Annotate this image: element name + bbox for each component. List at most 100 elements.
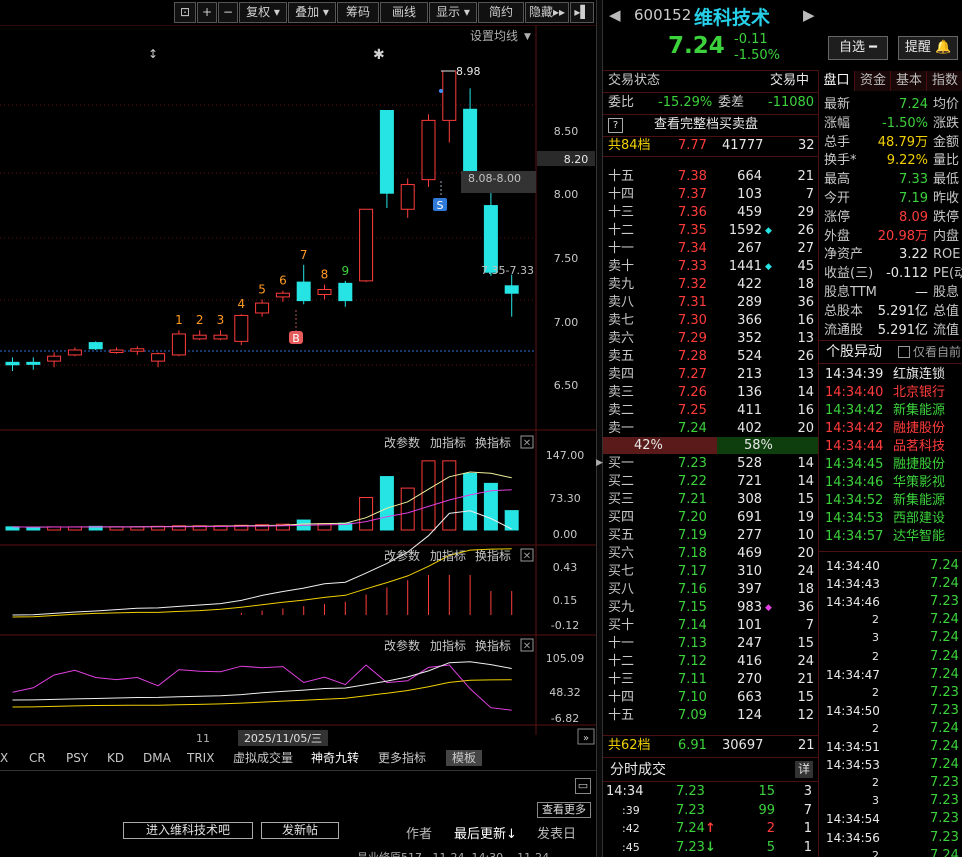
forum-button[interactable]: 进入维科技术吧	[123, 822, 253, 839]
mover-stock[interactable]: 品茗科技	[893, 438, 945, 456]
simple-button[interactable]: 简约	[478, 2, 524, 23]
new-post-button[interactable]: 发新帖	[261, 822, 339, 839]
book-level-price[interactable]: 7.23	[678, 455, 707, 473]
tab-indicator[interactable]: X	[0, 748, 8, 768]
edit-params-button[interactable]: 改参数	[384, 435, 420, 450]
switch-indicator-button[interactable]: 换指标	[475, 548, 511, 563]
add-indicator-button[interactable]: 加指标	[430, 435, 466, 450]
edit-params-button[interactable]: 改参数	[384, 638, 420, 653]
hide-button[interactable]: 隐藏▸▸	[525, 2, 569, 23]
alert-button[interactable]: 提醒 🔔	[898, 36, 958, 60]
ticks-detail-button[interactable]: 详	[795, 761, 813, 778]
book-level-price[interactable]: 7.30	[678, 312, 707, 330]
tab-indicator[interactable]: KD	[107, 748, 124, 768]
book-level-price[interactable]: 7.15	[678, 599, 707, 617]
candle-body	[26, 361, 41, 365]
last-update-column[interactable]: 最后更新↓	[454, 823, 517, 842]
book-level-price[interactable]: 7.34	[678, 240, 707, 258]
book-level-price[interactable]: 7.19	[678, 527, 707, 545]
mover-stock[interactable]: 北京银行	[893, 384, 945, 402]
book-level-price[interactable]: 7.16	[678, 581, 707, 599]
stat-value: 7.19	[899, 191, 928, 206]
book-level-price[interactable]: 7.26	[678, 384, 707, 402]
ticks-title[interactable]: 分时成交	[610, 761, 666, 779]
tab-basic[interactable]: 基本	[892, 71, 927, 91]
volume-bar	[463, 472, 478, 531]
author-column[interactable]: 作者	[406, 823, 432, 842]
tab-indicator[interactable]: DMA	[143, 748, 171, 768]
book-level-price[interactable]: 7.38	[678, 168, 707, 186]
fuquan-button[interactable]: 复权 ▾	[239, 2, 287, 23]
prev-stock-icon[interactable]: ◀	[609, 6, 621, 24]
mover-stock[interactable]: 达华智能	[893, 528, 945, 546]
kline-chart[interactable]: 8.50 8.00 7.50 7.00 6.50 8.20 设置均线 ▼ ↕ ✱…	[0, 25, 596, 757]
only-self-label: 仅看自前	[913, 345, 962, 359]
book-level-price[interactable]: 7.12	[678, 653, 707, 671]
lock-icon[interactable]: ⊡	[174, 2, 196, 23]
mover-stock[interactable]: 西部建设	[893, 510, 945, 528]
book-level-price[interactable]: 7.11	[678, 671, 707, 689]
book-level-price[interactable]: 7.37	[678, 186, 707, 204]
book-level-price[interactable]: 7.17	[678, 563, 707, 581]
book-level-price[interactable]: 7.24	[678, 420, 707, 438]
mover-stock[interactable]: 新集能源	[893, 402, 945, 420]
tab-indicator[interactable]: 更多指标	[378, 748, 426, 768]
add-indicator-button[interactable]: 加指标	[430, 548, 466, 563]
book-level-price[interactable]: 7.14	[678, 617, 707, 635]
next-stock-icon[interactable]: ▶	[803, 6, 815, 24]
splitter[interactable]	[596, 0, 603, 857]
tab-pankou[interactable]: 盘口	[819, 71, 855, 91]
zoom-out-icon[interactable]: −	[218, 2, 238, 23]
add-indicator-button[interactable]: 加指标	[430, 638, 466, 653]
book-level-price[interactable]: 7.20	[678, 509, 707, 527]
book-level-price[interactable]: 7.36	[678, 204, 707, 222]
tab-indicator[interactable]: CR	[29, 748, 46, 768]
mover-stock[interactable]: 融捷股份	[893, 456, 945, 474]
watchlist-button[interactable]: 自选 ━	[828, 36, 888, 60]
help-icon[interactable]: ?	[608, 118, 623, 133]
edit-params-button[interactable]: 改参数	[384, 548, 420, 563]
chips-button[interactable]: 筹码	[337, 2, 379, 23]
draw-line-button[interactable]: 画线	[380, 2, 428, 23]
book-level-price[interactable]: 7.27	[678, 366, 707, 384]
view-more-button[interactable]: 查看更多	[537, 802, 591, 818]
mover-stock[interactable]: 融捷股份	[893, 420, 945, 438]
overlay-button[interactable]: 叠加 ▾	[288, 2, 336, 23]
more-icon[interactable]: ▸▌	[570, 2, 594, 23]
tab-indicator[interactable]: TRIX	[187, 748, 214, 768]
mover-stock[interactable]: 红旗连锁	[893, 366, 945, 384]
book-level-price[interactable]: 7.32	[678, 276, 707, 294]
book-level-price[interactable]: 7.33	[678, 258, 707, 276]
book-level-price[interactable]: 7.13	[678, 635, 707, 653]
book-level-price[interactable]: 7.25	[678, 402, 707, 420]
only-self-checkbox[interactable]	[898, 346, 910, 358]
mover-stock[interactable]: 新集能源	[893, 492, 945, 510]
full-book-link[interactable]: 查看完整档买卖盘	[654, 116, 758, 134]
book-level-price[interactable]: 7.22	[678, 473, 707, 491]
forum-row[interactable]: 昌业修原517 11-24 14:30 11-24	[357, 849, 549, 857]
switch-indicator-button[interactable]: 换指标	[475, 435, 511, 450]
book-level-price[interactable]: 7.09	[678, 707, 707, 725]
book-level-price[interactable]: 7.31	[678, 294, 707, 312]
book-level-price[interactable]: 7.28	[678, 348, 707, 366]
tab-funds[interactable]: 资金	[856, 71, 891, 91]
tab-index[interactable]: 指数	[928, 71, 962, 91]
template-button[interactable]: 模板	[446, 750, 483, 766]
book-level-price[interactable]: 7.35	[678, 222, 707, 240]
movers-title[interactable]: 个股异动	[826, 343, 882, 361]
zoom-in-icon[interactable]: +	[197, 2, 217, 23]
post-date-column[interactable]: 发表日	[537, 823, 576, 842]
tab-indicator[interactable]: 虚拟成交量	[233, 748, 293, 768]
book-level-price[interactable]: 7.10	[678, 689, 707, 707]
book-level-price[interactable]: 7.18	[678, 545, 707, 563]
minimize-icon[interactable]: ▭	[575, 778, 591, 794]
book-level-price[interactable]: 7.29	[678, 330, 707, 348]
switch-indicator-button[interactable]: 换指标	[475, 638, 511, 653]
book-level-price[interactable]: 7.21	[678, 491, 707, 509]
tab-indicator[interactable]: PSY	[66, 748, 88, 768]
display-button[interactable]: 显示 ▾	[429, 2, 477, 23]
tab-indicator-active[interactable]: 神奇九转	[311, 748, 359, 768]
ma-setting[interactable]: 设置均线	[470, 29, 518, 43]
collapse-icon[interactable]: ▶	[596, 458, 603, 468]
mover-stock[interactable]: 华策影视	[893, 474, 945, 492]
